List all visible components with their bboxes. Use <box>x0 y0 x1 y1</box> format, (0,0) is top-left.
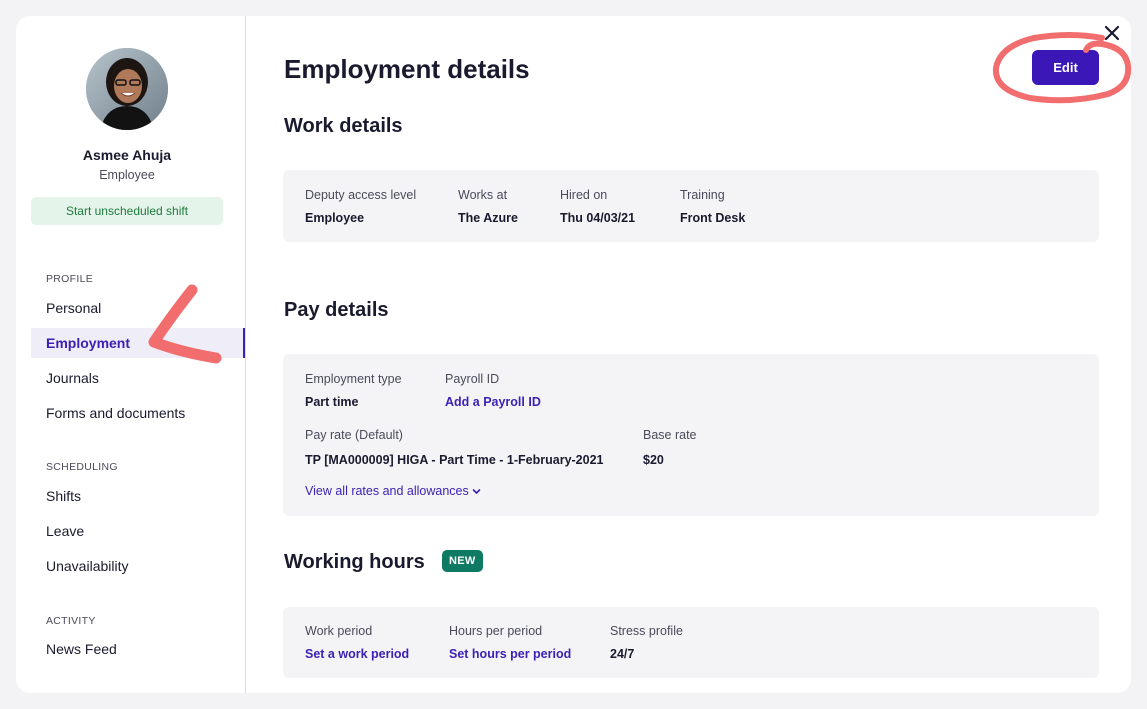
edit-button[interactable]: Edit <box>1032 50 1099 85</box>
section-heading-activity: ACTIVITY <box>46 615 96 627</box>
field-label: Training <box>680 188 725 202</box>
field-value: TP [MA000009] HIGA - Part Time - 1-Febru… <box>305 453 604 467</box>
page-title: Employment details <box>284 54 530 84</box>
working-hours-card: Work period Set a work period Hours per … <box>283 607 1099 678</box>
user-role: Employee <box>99 168 155 182</box>
pay-details-card: Employment type Part time Payroll ID Add… <box>283 354 1099 516</box>
employment-details-panel: Employment details Edit Work details Dep… <box>246 16 1131 693</box>
work-period-field: Work period Set a work period <box>305 624 409 661</box>
work-details-card: Deputy access level Employee Works at Th… <box>283 170 1099 242</box>
sidebar-item-personal[interactable]: Personal <box>31 293 245 323</box>
hours-per-period-field: Hours per period Set hours per period <box>449 624 571 661</box>
section-heading-scheduling: SCHEDULING <box>46 461 118 473</box>
field-value: The Azure <box>458 211 518 225</box>
avatar <box>86 48 168 130</box>
user-name: Asmee Ahuja <box>82 147 172 163</box>
start-unscheduled-shift-button[interactable]: Start unscheduled shift <box>31 197 223 225</box>
field-value: Front Desk <box>680 211 746 225</box>
view-all-rates-link[interactable]: View all rates and allowances <box>305 484 481 498</box>
field-value: Part time <box>305 395 359 409</box>
payroll-id-field: Payroll ID Add a Payroll ID <box>445 372 541 409</box>
field-label: Works at <box>458 188 508 202</box>
field-label: Payroll ID <box>445 372 500 386</box>
chevron-down-icon <box>472 488 481 494</box>
stress-profile-field: Stress profile 24/7 <box>610 624 683 661</box>
close-icon[interactable] <box>1103 24 1121 42</box>
set-work-period-link[interactable]: Set a work period <box>305 647 409 661</box>
works-at-field: Works at The Azure <box>458 188 518 225</box>
add-payroll-id-link[interactable]: Add a Payroll ID <box>445 395 541 409</box>
work-details-heading: Work details <box>284 115 403 137</box>
employment-type-field: Employment type Part time <box>305 372 402 409</box>
sidebar-item-forms-and-documents[interactable]: Forms and documents <box>31 398 245 428</box>
set-hours-per-period-link[interactable]: Set hours per period <box>449 647 571 661</box>
employee-profile-modal: Asmee Ahuja Employee Start unscheduled s… <box>16 16 1131 693</box>
pay-rate-field: Pay rate (Default) TP [MA000009] HIGA - … <box>305 428 604 467</box>
sidebar-item-leave[interactable]: Leave <box>31 516 245 546</box>
sidebar-item-news-feed[interactable]: News Feed <box>31 634 245 664</box>
field-value: 24/7 <box>610 647 635 661</box>
field-label: Deputy access level <box>305 188 417 202</box>
field-label: Work period <box>305 624 373 638</box>
sidebar-item-shifts[interactable]: Shifts <box>31 481 245 511</box>
profile-sidebar: Asmee Ahuja Employee Start unscheduled s… <box>16 16 246 693</box>
field-label: Hired on <box>560 188 608 202</box>
new-badge: NEW <box>442 550 483 572</box>
sidebar-item-journals[interactable]: Journals <box>31 363 245 393</box>
section-heading-profile: PROFILE <box>46 273 94 285</box>
sidebar-item-employment[interactable]: Employment <box>31 328 245 358</box>
field-label: Stress profile <box>610 624 683 638</box>
sidebar-item-unavailability[interactable]: Unavailability <box>31 551 245 581</box>
field-label: Employment type <box>305 372 402 386</box>
field-value: Employee <box>305 211 365 225</box>
hired-on-field: Hired on Thu 04/03/21 <box>560 188 635 225</box>
pay-details-heading: Pay details <box>284 299 389 321</box>
base-rate-field: Base rate $20 <box>643 428 697 467</box>
field-label: Base rate <box>643 428 697 442</box>
field-value: Thu 04/03/21 <box>560 211 636 225</box>
deputy-access-level-field: Deputy access level Employee <box>305 188 416 225</box>
field-label: Hours per period <box>449 624 543 638</box>
view-rates-label: View all rates and allowances <box>305 484 469 498</box>
working-hours-heading: Working hours <box>284 551 425 573</box>
field-label: Pay rate (Default) <box>305 428 403 442</box>
training-field: Training Front Desk <box>680 188 745 225</box>
field-value: $20 <box>643 453 664 467</box>
